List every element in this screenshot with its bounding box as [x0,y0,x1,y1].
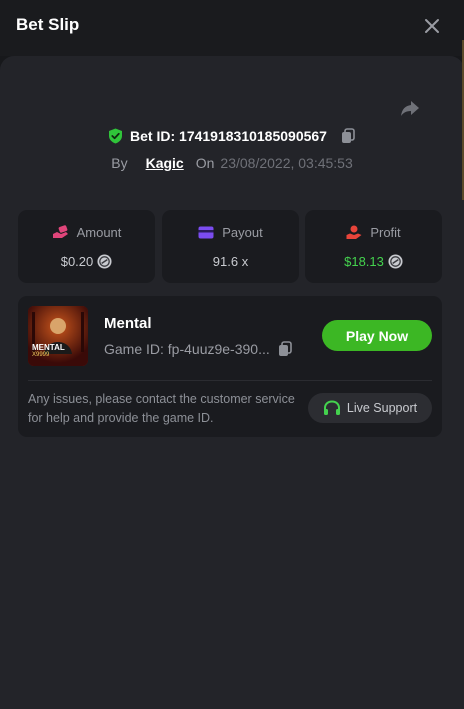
modal-title: Bet Slip [16,15,80,34]
by-label: By [111,155,128,171]
game-name: Mental [104,315,152,332]
coin-icon [97,254,112,269]
username-link[interactable]: Kagic [146,155,184,171]
coin-icon [388,254,403,269]
hand-coin-icon [346,225,362,239]
bet-datetime: 23/08/2022, 03:45:53 [220,155,353,171]
money-hand-icon [52,225,68,238]
divider [28,380,432,381]
headset-icon [323,399,340,415]
amount-label: Amount [76,225,122,240]
thumb-subtitle: X9999 [32,352,50,358]
bet-meta-row: By Kagic On 23/08/2022, 03:45:53 [0,155,464,171]
share-icon[interactable] [399,97,421,119]
verified-shield-icon [109,128,123,144]
profit-card: Profit $18.13 [305,210,442,283]
play-now-button[interactable]: Play Now [322,320,432,351]
live-support-button[interactable]: Live Support [308,393,432,423]
bet-id-row: Bet ID: 1741918310185090567 [0,128,464,148]
payout-label: Payout [222,225,263,240]
game-id-row: Game ID: fp-4uuz9e-390... [104,341,293,357]
card-icon [198,226,214,239]
thumb-title: MENTAL [32,343,65,352]
profit-value: $18.13 [344,254,384,269]
help-text: Any issues, please contact the customer … [28,392,295,425]
on-label: On [195,155,215,171]
bet-id: Bet ID: 1741918310185090567 [130,128,327,144]
copy-icon[interactable] [277,341,293,357]
amount-card: Amount $0.20 [18,210,155,283]
modal-header: Bet Slip [0,0,464,56]
live-support-label: Live Support [346,401,418,415]
payout-card: Payout 91.6 x [162,210,299,283]
game-card: MENTAL X9999 Mental Game ID: fp-4uuz9e-3… [18,296,442,437]
profit-label: Profit [370,225,401,240]
close-icon[interactable] [422,16,442,36]
copy-icon[interactable] [340,128,356,144]
amount-value: $0.20 [60,254,94,269]
game-id: Game ID: fp-4uuz9e-390... [104,341,270,357]
payout-value: 91.6 x [212,254,249,269]
game-thumbnail[interactable]: MENTAL X9999 [28,306,88,366]
